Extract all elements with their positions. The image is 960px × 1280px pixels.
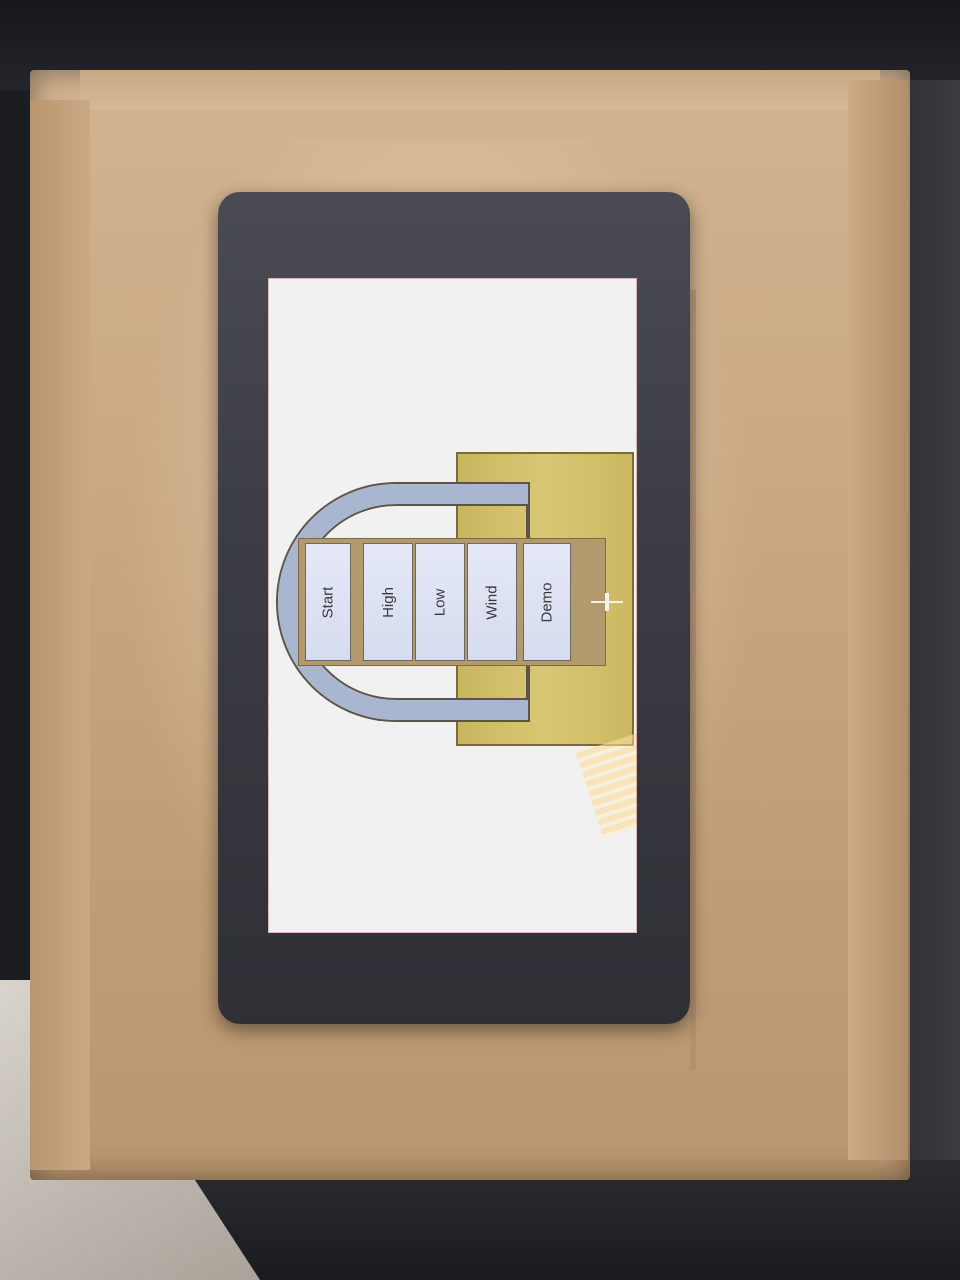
cardboard-seam: [690, 290, 696, 1070]
tablet-screen: Start High Low Wind Demo: [268, 278, 637, 933]
cardboard-flap-left: [30, 100, 90, 1170]
photo-scene: Start High Low Wind Demo: [0, 0, 960, 1280]
cardboard-flap-right: [848, 80, 908, 1160]
screen-edge: [268, 278, 637, 933]
cardboard-flap-top: [80, 70, 880, 110]
